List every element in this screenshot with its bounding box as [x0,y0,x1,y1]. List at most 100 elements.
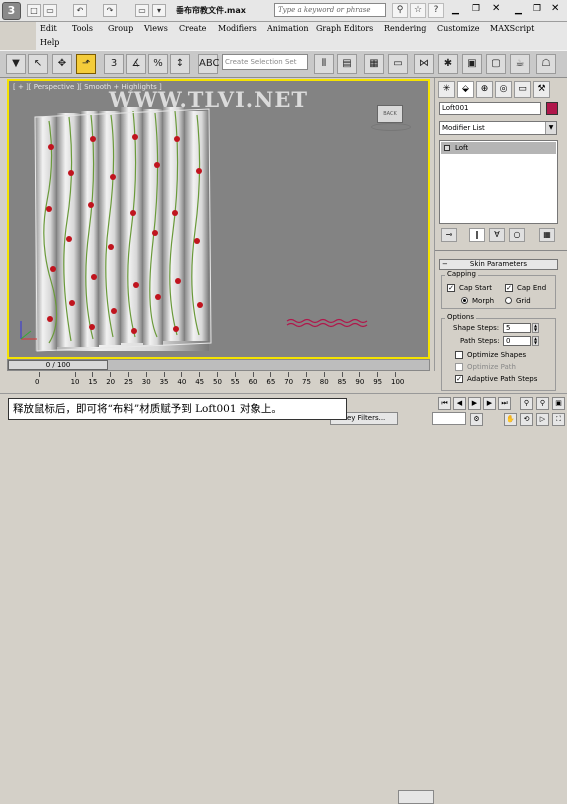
modifier-stack[interactable]: Loft [439,140,558,224]
menu-tools[interactable]: Tools [72,24,93,33]
spinner-snap-icon[interactable]: ↕ [170,54,190,74]
utilities-tab-icon[interactable]: ⚒ [533,81,550,98]
current-frame-field[interactable] [432,412,466,425]
menu-create[interactable]: Create [179,24,206,33]
make-unique-icon[interactable]: ∀ [489,228,505,242]
path-steps-input[interactable]: 0 [503,336,531,346]
grid-radio[interactable] [505,297,512,304]
quick-access-dropdown-icon[interactable]: ▾ [152,4,166,17]
angle-snap-icon[interactable]: ∡ [126,54,146,74]
edit-named-selection-icon[interactable]: ABC [198,54,220,74]
loft-path-line[interactable] [286,318,368,328]
play-icon[interactable]: ▶ [468,397,481,410]
menu-views[interactable]: Views [144,24,168,33]
curtain-object[interactable] [34,107,212,352]
menu-edit[interactable]: Edit [40,24,57,33]
new-file-icon[interactable]: □ [27,4,41,17]
time-slider[interactable]: 0 / 100 [7,359,430,371]
restore-icon[interactable]: ❐ [472,4,480,14]
path-steps-spinner-icon[interactable]: ▲ ▼ [532,336,539,346]
menu-modifiers[interactable]: Modifiers [218,24,257,33]
chevron-down-icon[interactable]: ▼ [545,122,556,134]
perspective-viewport[interactable]: [ + ][ Perspective ][ Smooth + Highlight… [7,79,430,359]
stack-item-loft[interactable]: Loft [441,142,556,154]
object-name-field[interactable]: Loft001 [439,102,541,115]
app-logo-icon[interactable]: 3 [2,2,21,20]
morph-radio[interactable] [461,297,468,304]
filter-dropdown-icon[interactable]: ▼ [6,54,26,74]
close-icon[interactable]: ✕ [492,3,500,14]
pin-stack-icon[interactable]: ⊸ [441,228,457,242]
project-folder-icon[interactable]: ▭ [135,4,149,17]
time-config-icon[interactable]: ⚙ [470,413,483,426]
zoom-extents-icon[interactable]: ▣ [552,397,565,410]
render-setup-icon[interactable]: ▣ [462,54,482,74]
set-key-button[interactable] [398,790,434,804]
stack-expand-icon[interactable] [444,145,450,151]
curve-editor-icon[interactable]: ▭ [388,54,408,74]
field-of-view-icon[interactable]: ▷ [536,413,549,426]
track-bar[interactable]: 0 10 15 20 25 30 35 40 45 50 55 60 65 70 75 80 85 90 95 100 [7,372,430,392]
menu-maxscript[interactable]: MAXScript [490,24,534,33]
show-end-result-icon[interactable]: ‖ [469,228,485,242]
hierarchy-tab-icon[interactable]: ⊕ [476,81,493,98]
viewcube-icon[interactable]: BACK [377,105,403,123]
shape-steps-input[interactable]: 5 [503,323,531,333]
menu-graph-editors[interactable]: Graph Editors [316,24,373,33]
render-production-icon[interactable]: ☕ [510,54,530,74]
skin-parameters-rollout[interactable]: − Skin Parameters [439,259,558,270]
collapse-icon[interactable]: − [442,260,448,269]
undo-icon[interactable]: ↶ [73,4,87,17]
modifier-list-dropdown[interactable]: Modifier List ▼ [439,121,557,135]
rendered-frame-window-icon[interactable]: ▢ [486,54,506,74]
minimize-icon[interactable]: ▁ [452,5,459,15]
menu-help[interactable]: Help [40,38,59,47]
motion-tab-icon[interactable]: ◎ [495,81,512,98]
pan-icon[interactable]: ✋ [504,413,517,426]
menu-animation[interactable]: Animation [267,24,309,33]
go-to-start-icon[interactable]: ⏮ [438,397,451,410]
display-tab-icon[interactable]: ▭ [514,81,531,98]
doc-close-icon[interactable]: ✕ [551,3,559,14]
open-file-icon[interactable]: ▭ [43,4,57,17]
select-move-icon[interactable]: ✥ [52,54,72,74]
search-icon[interactable]: ⚲ [392,3,408,18]
shape-steps-spinner-icon[interactable]: ▲ ▼ [532,323,539,333]
previous-frame-icon[interactable]: ◀ [453,397,466,410]
cap-end-checkbox[interactable]: ✓ [505,284,513,292]
modify-tab-icon[interactable]: ⬙ [457,81,474,98]
snap-3d-icon[interactable]: 3 [104,54,124,74]
maximize-viewport-icon[interactable]: ⛶ [552,413,565,426]
search-input[interactable]: Type a keyword or phrase [274,3,386,17]
doc-restore-icon[interactable]: ❐ [533,4,541,14]
object-color-swatch[interactable] [546,102,558,115]
doc-minimize-icon[interactable]: ▁ [515,5,522,15]
selection-set-dropdown[interactable]: Create Selection Set [222,54,308,70]
layer-manager-icon[interactable]: ▦ [364,54,384,74]
select-link-icon[interactable]: ↖ [28,54,48,74]
go-to-end-icon[interactable]: ⏭ [498,397,511,410]
schematic-view-icon[interactable]: ⋈ [414,54,434,74]
redo-icon[interactable]: ↷ [103,4,117,17]
select-object-icon[interactable]: ⬏ [76,54,96,74]
adaptive-path-checkbox[interactable]: ✓ [455,375,463,383]
percent-snap-icon[interactable]: % [148,54,168,74]
remove-modifier-icon[interactable]: ○ [509,228,525,242]
menu-group[interactable]: Group [108,24,133,33]
zoom-all-icon[interactable]: ⚲ [536,397,549,410]
orbit-icon[interactable]: ⟲ [520,413,533,426]
render-iterative-icon[interactable]: ☖ [536,54,556,74]
menu-customize[interactable]: Customize [437,24,480,33]
favorites-icon[interactable]: ☆ [410,3,426,18]
configure-sets-icon[interactable]: ▦ [539,228,555,242]
mirror-icon[interactable]: ⫴ [314,54,334,74]
create-tab-icon[interactable]: ✳ [438,81,455,98]
menu-rendering[interactable]: Rendering [384,24,426,33]
viewcube-ring-icon[interactable] [371,123,411,131]
cap-start-checkbox[interactable]: ✓ [447,284,455,292]
optimize-shapes-checkbox[interactable] [455,351,463,359]
optimize-path-checkbox[interactable] [455,363,463,371]
zoom-icon[interactable]: ⚲ [520,397,533,410]
help-icon[interactable]: ? [428,3,444,18]
next-frame-icon[interactable]: ▶ [483,397,496,410]
